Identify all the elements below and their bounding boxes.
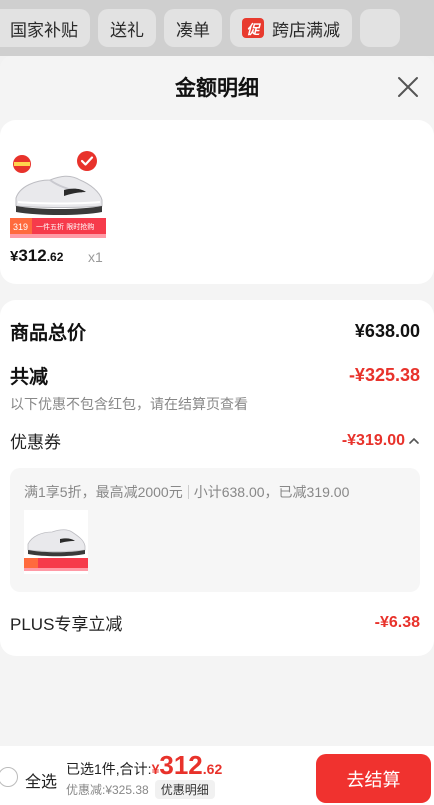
sheet-header: 金额明细 xyxy=(0,56,434,118)
checkout-button[interactable]: 去结算 xyxy=(316,754,431,803)
tab-gift[interactable]: 送礼 xyxy=(98,9,156,47)
coupon-product-thumbnail xyxy=(24,510,88,574)
total-reduce-row: 共减 -¥325.38 xyxy=(10,362,420,389)
check-icon[interactable] xyxy=(76,150,98,172)
item-price: ¥312.62 xyxy=(10,246,63,266)
discount-line: 优惠减:¥325.38 优惠明细 xyxy=(66,780,222,799)
chevron-up-icon[interactable] xyxy=(408,436,420,446)
price-decimal: .62 xyxy=(46,250,64,264)
divider xyxy=(187,485,189,499)
tab-more[interactable] xyxy=(360,9,400,47)
coupon-row[interactable]: 优惠券 -¥319.00 xyxy=(10,428,420,453)
promo-badge-icon: 促 xyxy=(242,18,264,38)
coupon-subtotal: 小计638.00，已减319.00 xyxy=(193,484,350,500)
select-all-radio-icon[interactable] xyxy=(0,767,18,787)
sheet-title: 金额明细 xyxy=(175,77,259,100)
total-decimal: .62 xyxy=(202,761,223,777)
discount-note: 以下优惠不包含红包，请在结算页查看 xyxy=(10,396,248,412)
item-quantity: x1 xyxy=(88,249,103,265)
product-card: 319 一件五折 限时抢购 ¥312.62 x1 xyxy=(0,120,434,284)
price-detail-card: 商品总价 ¥638.00 共减 -¥325.38 以下优惠不包含红包，请在结算页… xyxy=(0,300,434,656)
tab-label: 送礼 xyxy=(110,20,144,40)
tab-label: 国家补贴 xyxy=(10,20,78,40)
price-integer: 312 xyxy=(18,246,47,265)
tab-label: 跨店满减 xyxy=(272,20,340,40)
total-reduce-label: 共减 xyxy=(10,367,49,388)
total-currency: ¥ xyxy=(151,761,160,777)
coupon-rule: 满1享5折，最高减2000元 xyxy=(24,484,183,500)
discount-detail-link[interactable]: 优惠明细 xyxy=(154,780,215,799)
coupon-description: 满1享5折，最高减2000元 小计638.00，已减319.00 xyxy=(24,482,349,502)
select-all-label[interactable]: 全选 xyxy=(25,768,57,792)
plus-discount-row: PLUS专享立减 -¥6.38 xyxy=(10,610,420,635)
thumb-tag-price: 319 xyxy=(13,222,28,232)
total-price-row: 商品总价 ¥638.00 xyxy=(10,318,420,345)
tab-label: 凑单 xyxy=(176,20,210,40)
top-tab-strip: 国家补贴 送礼 凑单 促 跨店满减 xyxy=(0,0,434,56)
plus-discount-value: -¥6.38 xyxy=(374,613,420,631)
tab-cross-store-discount[interactable]: 促 跨店满减 xyxy=(230,9,352,47)
summary-line: 已选1件,合计: ¥ 312 .62 xyxy=(66,752,222,779)
total-integer: 312 xyxy=(159,750,203,780)
close-icon[interactable] xyxy=(396,75,420,99)
tab-add-on[interactable]: 凑单 xyxy=(164,9,222,47)
thumb-tag-text: 一件五折 限时抢购 xyxy=(36,222,94,231)
plus-discount-label: PLUS专享立减 xyxy=(10,615,123,634)
total-price-value: ¥638.00 xyxy=(354,321,420,341)
checkout-bar: 全选 已选1件,合计: ¥ 312 .62 优惠减:¥325.38 优惠明细 去… xyxy=(0,746,434,805)
coupon-value-wrap: -¥319.00 xyxy=(342,432,420,450)
coupon-value: -¥319.00 xyxy=(341,431,405,449)
coupon-detail-box: 满1享5折，最高减2000元 小计638.00，已减319.00 xyxy=(10,468,420,592)
amount-detail-sheet: 金额明细 319 一件五折 限时抢购 ¥312.62 x1 商品总价 ¥638.… xyxy=(0,56,434,805)
total-price-label: 商品总价 xyxy=(10,323,87,344)
discount-amount-text: 优惠减:¥325.38 xyxy=(66,783,149,797)
selected-count-text: 已选1件,合计: xyxy=(66,761,152,777)
tab-national-subsidy[interactable]: 国家补贴 xyxy=(0,9,90,47)
total-reduce-value: -¥325.38 xyxy=(348,365,420,385)
coupon-label: 优惠券 xyxy=(10,433,61,452)
order-summary: 已选1件,合计: ¥ 312 .62 优惠减:¥325.38 优惠明细 xyxy=(66,752,222,799)
